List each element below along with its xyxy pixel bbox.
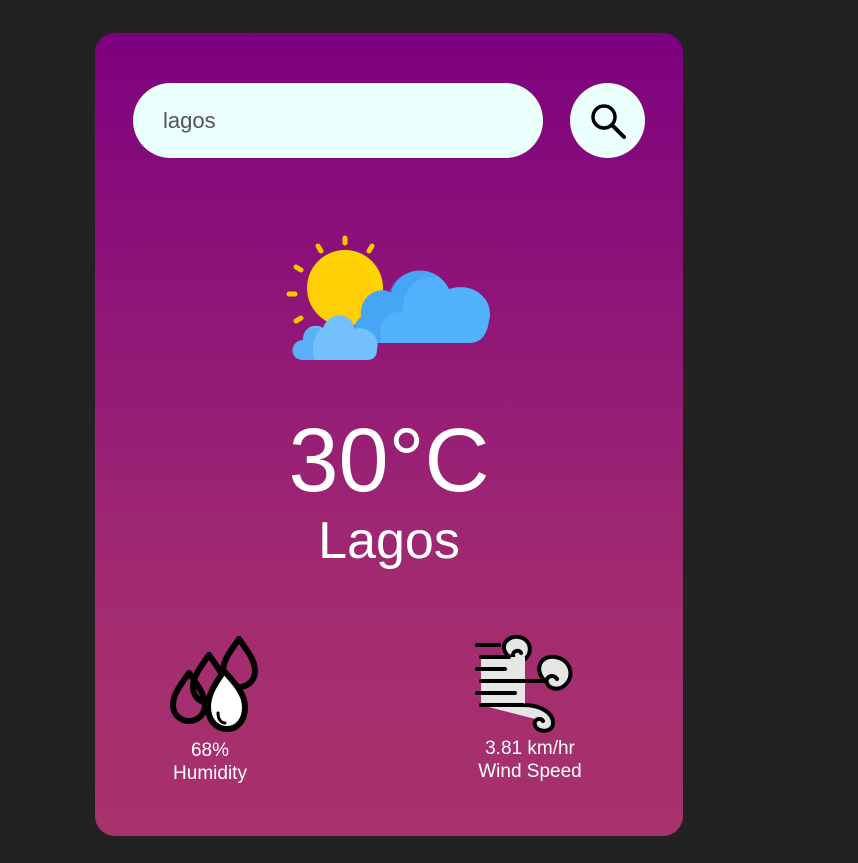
temperature-display: 30°C bbox=[288, 411, 490, 511]
wind-stat: 3.81 km/hr Wind Speed bbox=[465, 633, 595, 783]
partly-cloudy-icon bbox=[286, 235, 490, 360]
wind-speed-label: Wind Speed bbox=[478, 761, 582, 782]
search-input[interactable] bbox=[133, 83, 543, 158]
humidity-stat: 68% Humidity bbox=[155, 633, 265, 785]
search-button[interactable] bbox=[570, 83, 645, 158]
humidity-value: 68% bbox=[190, 740, 230, 761]
city-name: Lagos bbox=[318, 512, 460, 570]
weather-card: 30°C Lagos 68% Humidity bbox=[95, 33, 683, 836]
wind-speed-value: 3.81 km/hr bbox=[485, 738, 575, 759]
humidity-label: Humidity bbox=[173, 763, 247, 784]
search-icon bbox=[590, 103, 626, 139]
wind-icon bbox=[475, 634, 573, 733]
humidity-drops-icon bbox=[170, 636, 258, 732]
